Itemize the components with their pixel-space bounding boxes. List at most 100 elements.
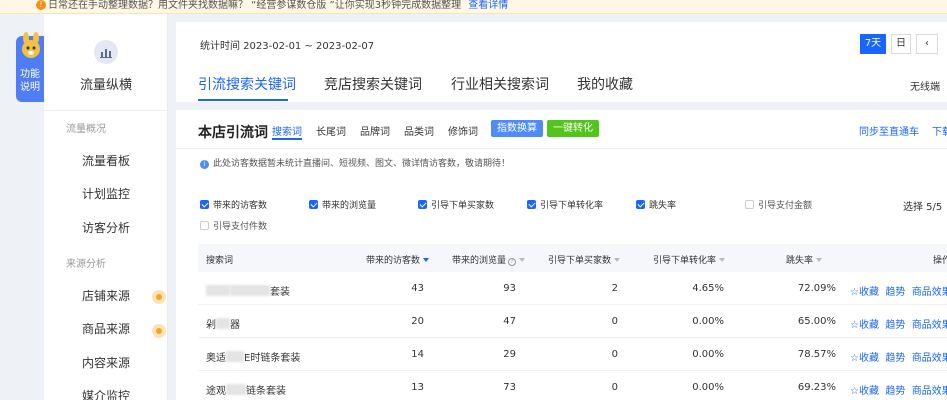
checkbox-box [745, 200, 754, 209]
keyword-cell: 剁器 [206, 316, 240, 331]
header-card: 统计时间 2023-02-01 ~ 2023-02-07 7天 日 ‹ 引流搜索… [176, 22, 947, 102]
effect-link[interactable]: 商品效果 [912, 287, 947, 298]
sidebar-item-plan-monitor[interactable]: 计划监控 [82, 185, 130, 202]
sidebar-item-traffic-board[interactable]: 流量看板 [82, 152, 130, 169]
kwtab-search[interactable]: 搜索词 [272, 123, 302, 138]
views-cell: 29 [503, 349, 516, 360]
new-dot-icon [152, 324, 166, 338]
table-header: 搜索词 带来的访客数 带来的浏览量? 引导下单买家数 引导下单转化率 跳失率 操… [198, 244, 947, 272]
collect-link[interactable]: ☆收藏 [850, 320, 879, 331]
info-tip: i 此处访客数据暂未统计直播间、短视频、图文、微详情访客数，敬请期待！ [200, 156, 510, 169]
sidebar: 流量纵横 流量概况 流量看板 计划监控 访客分析 来源分析 店铺来源 商品来源 … [44, 14, 168, 400]
checkbox-box [527, 200, 536, 209]
checkbox-pay-amount[interactable]: 引导支付金额 [745, 198, 812, 211]
tab-industry-keywords[interactable]: 行业相关搜索词 [451, 74, 549, 94]
th-label: 引导下单转化率 [653, 256, 717, 266]
checkbox-label: 引导下单转化率 [540, 201, 604, 211]
checkbox-conversion[interactable]: 引导下单转化率 [527, 198, 603, 211]
kwtab-category[interactable]: 品类词 [404, 123, 434, 138]
visitors-cell: 43 [411, 283, 424, 294]
th-label: 带来的浏览量 [452, 256, 507, 266]
sidebar-item-content-source[interactable]: 内容来源 [82, 354, 130, 371]
checkbox-label: 引导支付金额 [758, 201, 813, 211]
tab-my-favorites[interactable]: 我的收藏 [577, 74, 633, 94]
th-bounce[interactable]: 跳失率 [786, 253, 823, 266]
trend-link[interactable]: 趋势 [885, 320, 905, 331]
checkbox-buyers[interactable]: 引导下单买家数 [418, 198, 494, 211]
card-title: 本店引流词 [198, 125, 268, 141]
sync-to-ztc-link[interactable]: 同步至直通车 [859, 123, 919, 138]
checkbox-box [309, 200, 318, 209]
period-7d-button[interactable]: 7天 [860, 34, 886, 54]
th-visitors[interactable]: 带来的访客数 [366, 253, 430, 266]
index-convert-button[interactable]: 指数换算 [491, 120, 543, 137]
card-divider [176, 148, 947, 149]
th-views[interactable]: 带来的浏览量? [452, 253, 526, 266]
period-day-button[interactable]: 日 [891, 34, 911, 54]
mascot-icon [22, 32, 40, 58]
prev-period-button[interactable]: ‹ [916, 34, 938, 54]
buyers-cell: 0 [611, 349, 618, 360]
effect-link[interactable]: 商品效果 [912, 353, 947, 364]
keyword-suffix: 链条套装 [246, 386, 286, 397]
sort-icon [816, 258, 823, 262]
tab-competitor-keywords[interactable]: 竞店搜索关键词 [324, 74, 422, 94]
collect-label: 收藏 [858, 287, 879, 298]
collect-link[interactable]: ☆收藏 [850, 353, 879, 364]
bounce-cell: 72.09% [797, 283, 836, 294]
redacted-block [206, 285, 230, 296]
checkbox-bounce[interactable]: 跳失率 [636, 198, 676, 211]
notice-detail-link[interactable]: 查看详情 [468, 0, 508, 11]
redacted-block [230, 285, 270, 296]
checkbox-visitors[interactable]: 带来的访客数 [200, 198, 267, 211]
buyers-cell: 0 [611, 382, 618, 393]
device-label[interactable]: 无线端 [910, 78, 940, 93]
visitors-cell: 13 [411, 382, 424, 393]
notice-text: 日常还在手动整理数据？用文件夹找数据嘛？ “经营参谋数仓版 ”让你实现3秒钟完成… [48, 0, 462, 11]
main-content: 统计时间 2023-02-01 ~ 2023-02-07 7天 日 ‹ 引流搜索… [176, 22, 947, 400]
collect-label: 收藏 [858, 353, 879, 364]
bounce-cell: 65.00% [797, 316, 836, 327]
kwtab-modifier[interactable]: 修饰词 [448, 123, 478, 138]
info-icon: i [200, 160, 209, 169]
sidebar-item-shop-source[interactable]: 店铺来源 [82, 287, 130, 304]
th-buyers[interactable]: 引导下单买家数 [548, 253, 621, 266]
active-tab-indicator [198, 99, 288, 101]
keyword-source-tabs: 引流搜索关键词 竞店搜索关键词 行业相关搜索词 我的收藏 无线端 [176, 66, 947, 102]
kwtab-longtail[interactable]: 长尾词 [316, 123, 346, 138]
tab-traffic-keywords[interactable]: 引流搜索关键词 [198, 74, 296, 94]
table-row: 剁器 20 47 0 0.00% 65.00% ☆收藏 趋势 商品效果 [198, 305, 947, 338]
th-conversion[interactable]: 引导下单转化率 [653, 253, 726, 266]
checkbox-box [418, 200, 427, 209]
sidebar-item-media-monitor[interactable]: 媒介监控 [82, 387, 130, 400]
sidebar-item-visitor-analysis[interactable]: 访客分析 [82, 219, 130, 236]
sidebar-group-overview: 流量概况 [66, 124, 106, 135]
one-click-convert-button[interactable]: 一键转化 [547, 120, 599, 137]
download-link[interactable]: 下载 [932, 123, 947, 138]
keyword-card: 本店引流词 搜索词 长尾词 品牌词 品类词 修饰词 指数换算 一键转化 同步至直… [176, 110, 947, 400]
notice-bar: ! 日常还在手动整理数据？用文件夹找数据嘛？ “经营参谋数仓版 ”让你实现3秒钟… [0, 0, 947, 14]
table-row: 途观 链条套装 13 73 0 0.00% 69.23% ☆收藏 趋势 商品效果 [198, 371, 947, 400]
checkbox-views[interactable]: 带来的浏览量 [309, 198, 376, 211]
collect-link[interactable]: ☆收藏 [850, 287, 879, 298]
conversion-cell: 0.00% [692, 316, 724, 327]
kwtab-brand[interactable]: 品牌词 [360, 123, 390, 138]
trend-link[interactable]: 趋势 [885, 386, 905, 397]
redacted-block [226, 384, 246, 395]
buyers-cell: 0 [611, 316, 618, 327]
effect-link[interactable]: 商品效果 [912, 320, 947, 331]
sidebar-item-product-source[interactable]: 商品来源 [82, 320, 130, 337]
collect-link[interactable]: ☆收藏 [850, 386, 879, 397]
trend-link[interactable]: 趋势 [885, 287, 905, 298]
effect-link[interactable]: 商品效果 [912, 386, 947, 397]
trend-link[interactable]: 趋势 [885, 353, 905, 364]
th-label: 带来的访客数 [366, 256, 421, 266]
buyers-cell: 2 [611, 283, 618, 294]
sort-icon [719, 258, 726, 262]
actions-cell: ☆收藏 趋势 商品效果 [850, 283, 947, 298]
bounce-cell: 69.23% [797, 382, 836, 393]
checkbox-pay-items[interactable]: 引导支付件数 [200, 219, 267, 232]
conversion-cell: 4.65% [692, 283, 724, 294]
checkbox-label: 引导支付件数 [213, 222, 268, 232]
th-actions: 操作 [933, 256, 947, 266]
